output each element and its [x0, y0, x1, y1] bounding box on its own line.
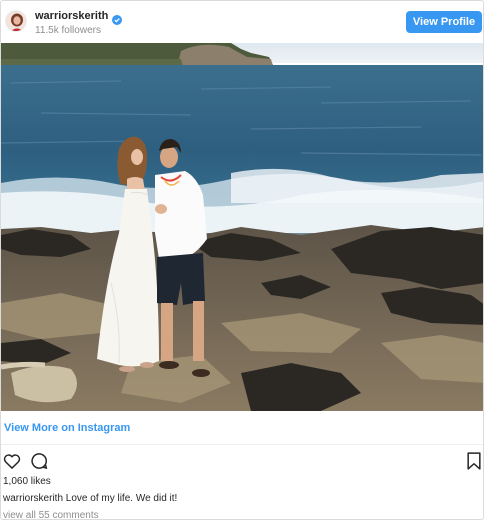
like-count: 1,060 likes — [3, 476, 51, 487]
post-photo[interactable] — [1, 43, 483, 411]
heart-icon[interactable] — [2, 451, 22, 471]
comment-icon[interactable] — [29, 451, 49, 471]
avatar[interactable] — [5, 10, 27, 32]
action-bar — [1, 448, 483, 472]
view-more-on-instagram-link[interactable]: View More on Instagram — [4, 422, 130, 435]
caption: warriorskerith Love of my life. We did i… — [3, 493, 177, 505]
post-header: warriorskerith 11.5k followers View Prof… — [1, 1, 483, 43]
caption-text: Love of my life. We did it! — [65, 493, 178, 504]
caption-username[interactable]: warriorskerith — [3, 493, 63, 504]
username[interactable]: warriorskerith — [35, 10, 108, 23]
bookmark-icon[interactable] — [464, 451, 483, 471]
view-profile-button[interactable]: View Profile — [406, 11, 482, 33]
view-all-comments-link[interactable]: view all 55 comments — [3, 510, 99, 519]
verified-badge-icon — [112, 12, 123, 25]
follower-count: 11.5k followers — [35, 25, 101, 36]
view-more-bar: View More on Instagram — [1, 411, 483, 445]
username-row: warriorskerith — [35, 10, 123, 25]
instagram-embed: warriorskerith 11.5k followers View Prof… — [0, 0, 484, 520]
